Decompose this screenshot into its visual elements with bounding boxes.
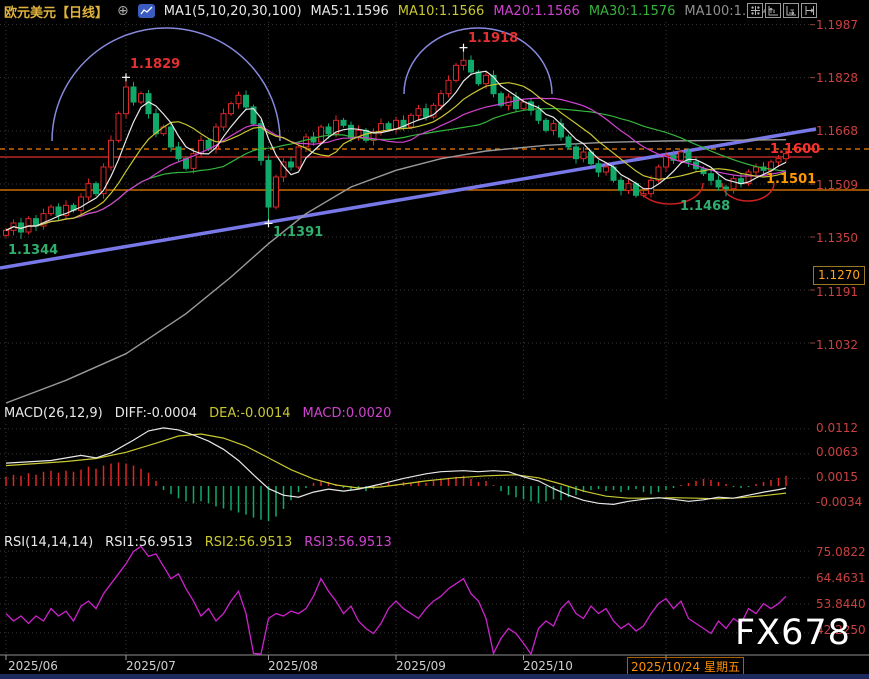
rsi2-value: RSI2:56.9513 [205, 535, 293, 550]
price-tick: 1.1668 [816, 124, 858, 138]
annotation-high-july: 1.1829 [130, 57, 180, 72]
bottom-strip [0, 674, 869, 679]
ma20-value: MA20:1.1566 [493, 4, 580, 19]
rsi-tick: 75.0822 [816, 545, 866, 559]
annotation-low-october: 1.1468 [680, 199, 730, 214]
chart-canvas[interactable] [0, 0, 869, 679]
price-line-label-high: 1.1600 [770, 142, 820, 157]
annotation-low-august: 1.1391 [273, 225, 323, 240]
blue-arc-annotation [52, 28, 280, 141]
ma30-value: MA30:1.1576 [589, 4, 676, 19]
macd-title[interactable]: MACD(26,12,9) [4, 406, 103, 421]
chart-toolbar [747, 3, 817, 18]
price-tick: 1.1191 [816, 285, 858, 299]
scroll-right-icon[interactable] [801, 3, 817, 18]
rsi-header: RSI(14,14,14) RSI1:56.9513 RSI2:56.9513 … [4, 535, 392, 550]
time-tick: 2025/07 [126, 659, 176, 673]
rsi-tick: 64.4631 [816, 571, 866, 585]
rsi3-value: RSI3:56.9513 [304, 535, 392, 550]
macd-tick: -0.0034 [816, 495, 862, 509]
axis-shrink-icon[interactable] [783, 3, 799, 18]
macd-header: MACD(26,12,9) DIFF:-0.0004 DEA:-0.0014 M… [4, 406, 391, 421]
annotation-low-june: 1.1344 [8, 243, 58, 258]
circle-plus-icon[interactable]: ⊕ [117, 3, 129, 19]
time-tick: 2025/09 [396, 659, 446, 673]
price-line-label-low: 1.1501 [766, 172, 816, 187]
watermark: FX678 [735, 613, 851, 653]
ma100-line [6, 140, 786, 403]
annotation-high-sept: 1.1918 [468, 31, 518, 46]
rsi-title[interactable]: RSI(14,14,14) [4, 535, 93, 550]
macd-tick: 0.0112 [816, 421, 858, 435]
rsi-line [6, 546, 786, 654]
price-tick: 1.1350 [816, 231, 858, 245]
rsi-tick: 53.8440 [816, 597, 866, 611]
chart-header: 欧元美元【日线】 ⊕ MA1(5,10,20,30,100) MA5:1.159… [4, 2, 779, 20]
symbol-title: 欧元美元【日线】 [4, 2, 108, 21]
macd-tick: 0.0015 [816, 470, 858, 484]
time-tick: 2025/10 [523, 659, 573, 673]
price-tick: 1.1828 [816, 71, 858, 85]
macd-tick: 0.0063 [816, 445, 858, 459]
rsi1-value: RSI1:56.9513 [105, 535, 193, 550]
time-tick: 2025/06 [8, 659, 58, 673]
time-tick: 2025/08 [268, 659, 318, 673]
price-tick: 1.1032 [816, 338, 858, 352]
price-tick-highlight: 1.1270 [813, 266, 865, 285]
chart-svg [0, 0, 869, 679]
axis-expand-icon[interactable] [765, 3, 781, 18]
chart-type-icon[interactable] [138, 4, 155, 18]
macd-macd-value: MACD:0.0020 [303, 406, 392, 421]
macd-dea-value: DEA:-0.0014 [209, 406, 290, 421]
price-tick: 1.1987 [816, 18, 858, 32]
ma10-value: MA10:1.1566 [398, 4, 485, 19]
dea-line [6, 434, 786, 499]
ma-settings-label[interactable]: MA1(5,10,20,30,100) [164, 4, 302, 19]
chart-window: 欧元美元【日线】 ⊕ MA1(5,10,20,30,100) MA5:1.159… [0, 0, 869, 679]
pan-icon[interactable] [747, 3, 763, 18]
price-tick: 1.1509 [816, 178, 858, 192]
ma5-value: MA5:1.1596 [311, 4, 389, 19]
macd-diff-value: DIFF:-0.0004 [115, 406, 197, 421]
